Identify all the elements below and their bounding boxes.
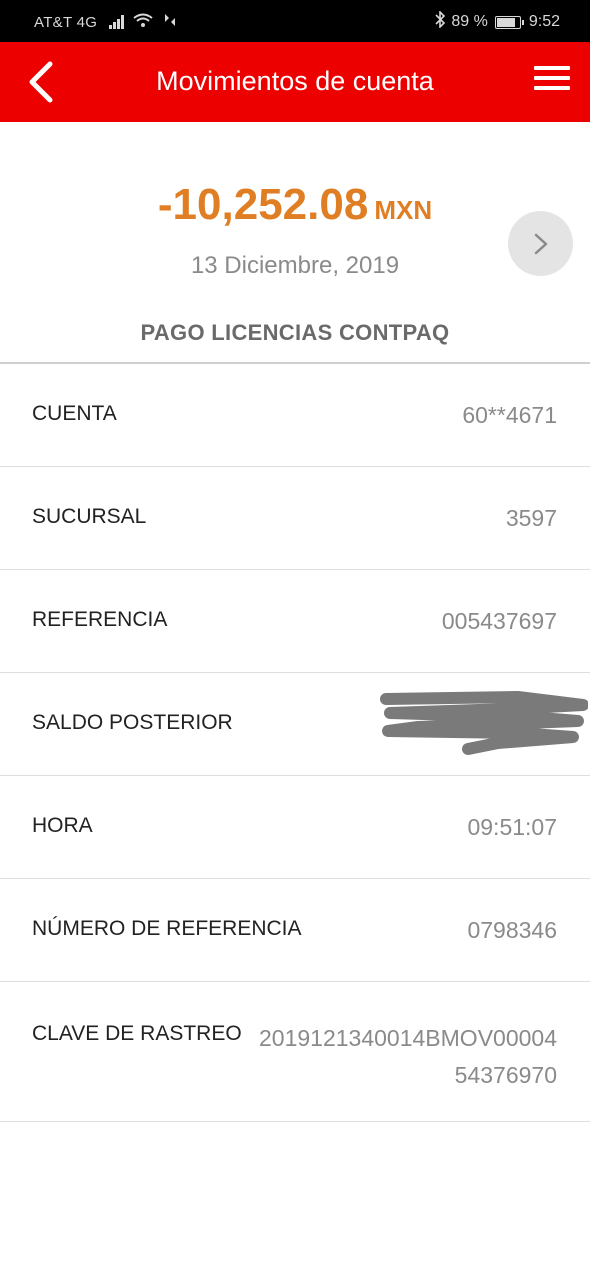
clock: 9:52 bbox=[528, 13, 560, 30]
next-transaction-button[interactable] bbox=[508, 211, 573, 276]
detail-row-sucursal: SUCURSAL 3597 bbox=[0, 467, 590, 570]
amount-value: -10,252.08 bbox=[157, 180, 369, 229]
hamburger-menu-icon bbox=[534, 66, 570, 90]
detail-row-numero-de-referencia: NÚMERO DE REFERENCIA 0798346 bbox=[0, 879, 590, 982]
detail-label: CUENTA bbox=[32, 402, 117, 425]
signal-icon bbox=[109, 15, 125, 29]
detail-value: 60**4671 bbox=[462, 402, 557, 428]
detail-label: CLAVE DE RASTREO bbox=[32, 1022, 242, 1045]
transaction-amount: -10,252.08 MXN bbox=[0, 180, 590, 230]
battery-icon bbox=[494, 15, 524, 29]
detail-row-cuenta: CUENTA 60**4671 bbox=[0, 364, 590, 467]
details-list: CUENTA 60**4671 SUCURSAL 3597 REFERENCIA… bbox=[0, 364, 590, 1122]
detail-value: 2019121340014BMOV00004 54376970 bbox=[259, 1020, 557, 1094]
battery-percent: 89 % bbox=[451, 13, 488, 30]
carrier-label: AT&T 4G bbox=[34, 13, 98, 31]
detail-row-saldo-posterior: SALDO POSTERIOR bbox=[0, 673, 590, 776]
transaction-concept: PAGO LICENCIAS CONTPAQ bbox=[140, 320, 450, 345]
detail-label: NÚMERO DE REFERENCIA bbox=[32, 917, 302, 940]
detail-label: REFERENCIA bbox=[32, 608, 168, 631]
battery-fill bbox=[496, 17, 515, 27]
detail-value: 005437697 bbox=[441, 608, 557, 634]
detail-label: HORA bbox=[32, 814, 93, 837]
page-title: Movimientos de cuenta bbox=[156, 66, 434, 96]
detail-row-hora: HORA 09:51:07 bbox=[0, 776, 590, 879]
detail-value: 09:51:07 bbox=[467, 814, 557, 840]
menu-button[interactable] bbox=[534, 66, 570, 96]
detail-value-line: 54376970 bbox=[454, 1062, 557, 1088]
detail-value-line: 2019121340014BMOV00004 bbox=[259, 1025, 557, 1051]
data-transfer-icon bbox=[161, 12, 179, 32]
status-left: AT&T 4G bbox=[34, 12, 179, 32]
detail-label: SUCURSAL bbox=[32, 505, 147, 528]
wifi-icon bbox=[133, 13, 153, 32]
detail-label: SALDO POSTERIOR bbox=[32, 711, 233, 734]
app-header: Movimientos de cuenta bbox=[0, 42, 590, 122]
status-bar: AT&T 4G 89 % 9:52 bbox=[0, 0, 590, 42]
amount-currency: MXN bbox=[374, 195, 433, 225]
detail-row-clave-de-rastreo: CLAVE DE RASTREO 2019121340014BMOV00004 … bbox=[0, 982, 590, 1122]
chevron-right-icon bbox=[534, 233, 548, 255]
bluetooth-icon bbox=[434, 10, 446, 33]
transaction-date: 13 Diciembre, 2019 bbox=[190, 252, 400, 279]
status-right: 89 % 9:52 bbox=[434, 10, 560, 33]
detail-row-referencia: REFERENCIA 005437697 bbox=[0, 570, 590, 673]
redaction-scribble bbox=[380, 691, 588, 755]
detail-value: 0798346 bbox=[467, 917, 557, 943]
detail-value: 3597 bbox=[505, 505, 557, 531]
